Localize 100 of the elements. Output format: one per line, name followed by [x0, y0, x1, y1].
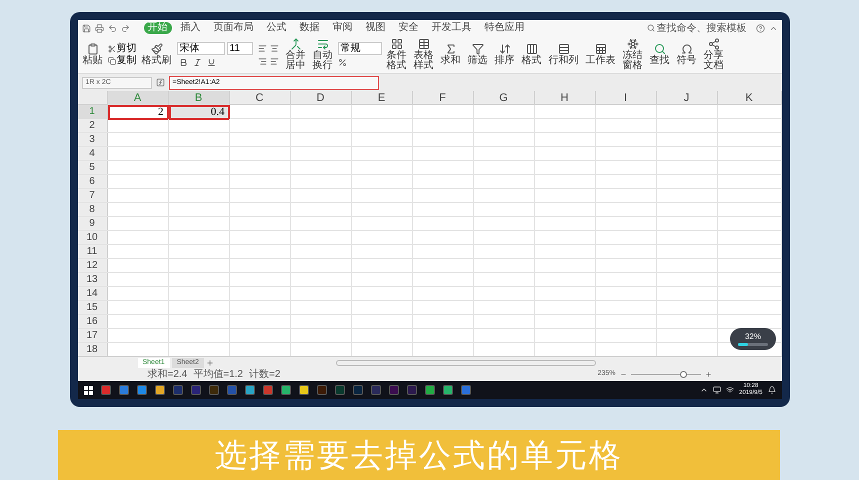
- column-header[interactable]: J: [656, 91, 718, 105]
- tool-icon: [708, 38, 720, 50]
- column-header[interactable]: F: [412, 91, 474, 105]
- underline-icon[interactable]: [206, 58, 216, 67]
- font-size-dropdown[interactable]: 11: [226, 42, 252, 55]
- row-header[interactable]: 10: [78, 231, 108, 244]
- zoom-slider-thumb[interactable]: [680, 371, 687, 378]
- italic-icon[interactable]: [192, 58, 202, 67]
- number-format-dropdown[interactable]: 常规: [338, 42, 382, 55]
- ribbon-tab[interactable]: 数据: [296, 22, 324, 34]
- ribbon-tab[interactable]: 公式: [262, 22, 290, 34]
- tool-icon: [594, 43, 606, 55]
- toolbar-button[interactable]: 查找: [648, 43, 672, 66]
- copy-icon: [108, 56, 116, 64]
- tool-icon: [526, 43, 538, 55]
- start-icon[interactable]: [84, 386, 92, 394]
- column-header[interactable]: H: [534, 91, 596, 105]
- tool-icon: [150, 43, 162, 55]
- row-header[interactable]: 5: [78, 161, 108, 174]
- toolbar-button[interactable]: 格式: [520, 43, 544, 66]
- tool-icon: [390, 38, 402, 50]
- row-header[interactable]: 11: [78, 245, 108, 258]
- row-header[interactable]: 4: [78, 147, 108, 160]
- tool-icon: [558, 43, 570, 55]
- zoom-out-icon[interactable]: [620, 371, 626, 378]
- row-header[interactable]: 8: [78, 203, 108, 216]
- toolbar-button[interactable]: 分享文档: [702, 38, 726, 71]
- row-header[interactable]: 13: [78, 273, 108, 286]
- align-left-icon[interactable]: [270, 56, 278, 66]
- toolbar-button[interactable]: 筛选: [466, 43, 490, 66]
- tool-icon: [472, 43, 484, 55]
- column-header[interactable]: I: [596, 91, 656, 105]
- save-icon[interactable]: [82, 24, 90, 32]
- toolbar-button[interactable]: 工作表: [584, 43, 618, 66]
- bold-icon[interactable]: [178, 58, 188, 67]
- ribbon-tab[interactable]: 开发工具: [428, 22, 476, 34]
- function-icon[interactable]: [156, 78, 164, 87]
- toolbar-button[interactable]: 冻结窗格: [620, 38, 644, 71]
- table-cell[interactable]: 0.4: [168, 105, 230, 120]
- row-header[interactable]: 3: [78, 133, 108, 146]
- status-text: 平均值=1.2: [193, 368, 243, 380]
- ribbon-tab[interactable]: 特色应用: [480, 22, 528, 34]
- tray-expand-icon[interactable]: [700, 386, 708, 394]
- row-header[interactable]: 17: [78, 329, 108, 342]
- toolbar-button[interactable]: 合并居中: [284, 38, 308, 71]
- column-header[interactable]: C: [230, 91, 290, 105]
- meter-reading: 32%: [744, 332, 761, 341]
- column-header[interactable]: G: [474, 91, 534, 105]
- ribbon-tab[interactable]: 审阅: [328, 22, 356, 34]
- column-header[interactable]: E: [352, 91, 412, 105]
- row-header[interactable]: 14: [78, 287, 108, 300]
- ribbon-tab[interactable]: 插入: [176, 22, 204, 34]
- align-center-icon[interactable]: [270, 44, 278, 52]
- toolbar-button[interactable]: 表格样式: [412, 38, 436, 71]
- row-header[interactable]: 12: [78, 259, 108, 272]
- tool-icon: [316, 38, 328, 50]
- row-header[interactable]: 15: [78, 301, 108, 314]
- add-sheet-icon[interactable]: [206, 358, 214, 366]
- tool-icon: [654, 43, 666, 55]
- row-header[interactable]: 9: [78, 217, 108, 230]
- toolbar-button[interactable]: 符号: [674, 43, 698, 66]
- scissors-icon: [108, 44, 116, 52]
- column-header[interactable]: D: [290, 91, 352, 105]
- undo-icon[interactable]: [108, 24, 116, 32]
- tool-icon: [418, 38, 430, 50]
- ribbon-tab[interactable]: 安全: [394, 22, 422, 34]
- align-right-icon[interactable]: [258, 56, 266, 66]
- toolbar-button[interactable]: 排序: [492, 43, 516, 66]
- horizontal-scrollbar[interactable]: [336, 360, 596, 366]
- row-header[interactable]: 2: [78, 119, 108, 132]
- toolbar-button[interactable]: 格式刷: [140, 43, 174, 66]
- tool-icon: [498, 43, 510, 55]
- network-icon[interactable]: [726, 386, 734, 394]
- search-field[interactable]: 查找命令、搜索模板: [646, 20, 752, 36]
- percent-icon[interactable]: [338, 58, 346, 67]
- toolbar-button[interactable]: 条件格式: [384, 38, 408, 71]
- table-cell[interactable]: 2: [108, 105, 168, 120]
- copy-button[interactable]: 复制: [108, 56, 136, 66]
- caption-text: 选择需要去掉公式的单元格: [215, 437, 623, 473]
- printer-icon[interactable]: [94, 24, 104, 32]
- toolbar-button[interactable]: 粘贴: [80, 43, 104, 66]
- monitor-icon[interactable]: [713, 386, 722, 394]
- toolbar-button[interactable]: 自动换行: [310, 38, 334, 71]
- toolbar-button[interactable]: 求和: [438, 43, 462, 66]
- cut-button[interactable]: 剪切: [108, 44, 136, 54]
- notification-icon[interactable]: [768, 386, 776, 394]
- help-icon[interactable]: [756, 24, 764, 32]
- font-name-dropdown[interactable]: 宋体: [176, 42, 224, 55]
- row-header[interactable]: 16: [78, 315, 108, 328]
- column-header[interactable]: K: [718, 91, 782, 105]
- ribbon-tab[interactable]: 页面布局: [210, 22, 258, 34]
- redo-icon[interactable]: [120, 24, 130, 32]
- row-header[interactable]: 18: [78, 343, 108, 356]
- zoom-in-icon[interactable]: [704, 371, 712, 378]
- row-header[interactable]: 7: [78, 189, 108, 202]
- align-left-icon[interactable]: [258, 44, 266, 52]
- status-text: 求和=2.4: [148, 368, 188, 380]
- toolbar-button[interactable]: 行和列: [546, 43, 580, 66]
- row-header[interactable]: 6: [78, 175, 108, 188]
- ribbon-tab[interactable]: 视图: [362, 22, 390, 34]
